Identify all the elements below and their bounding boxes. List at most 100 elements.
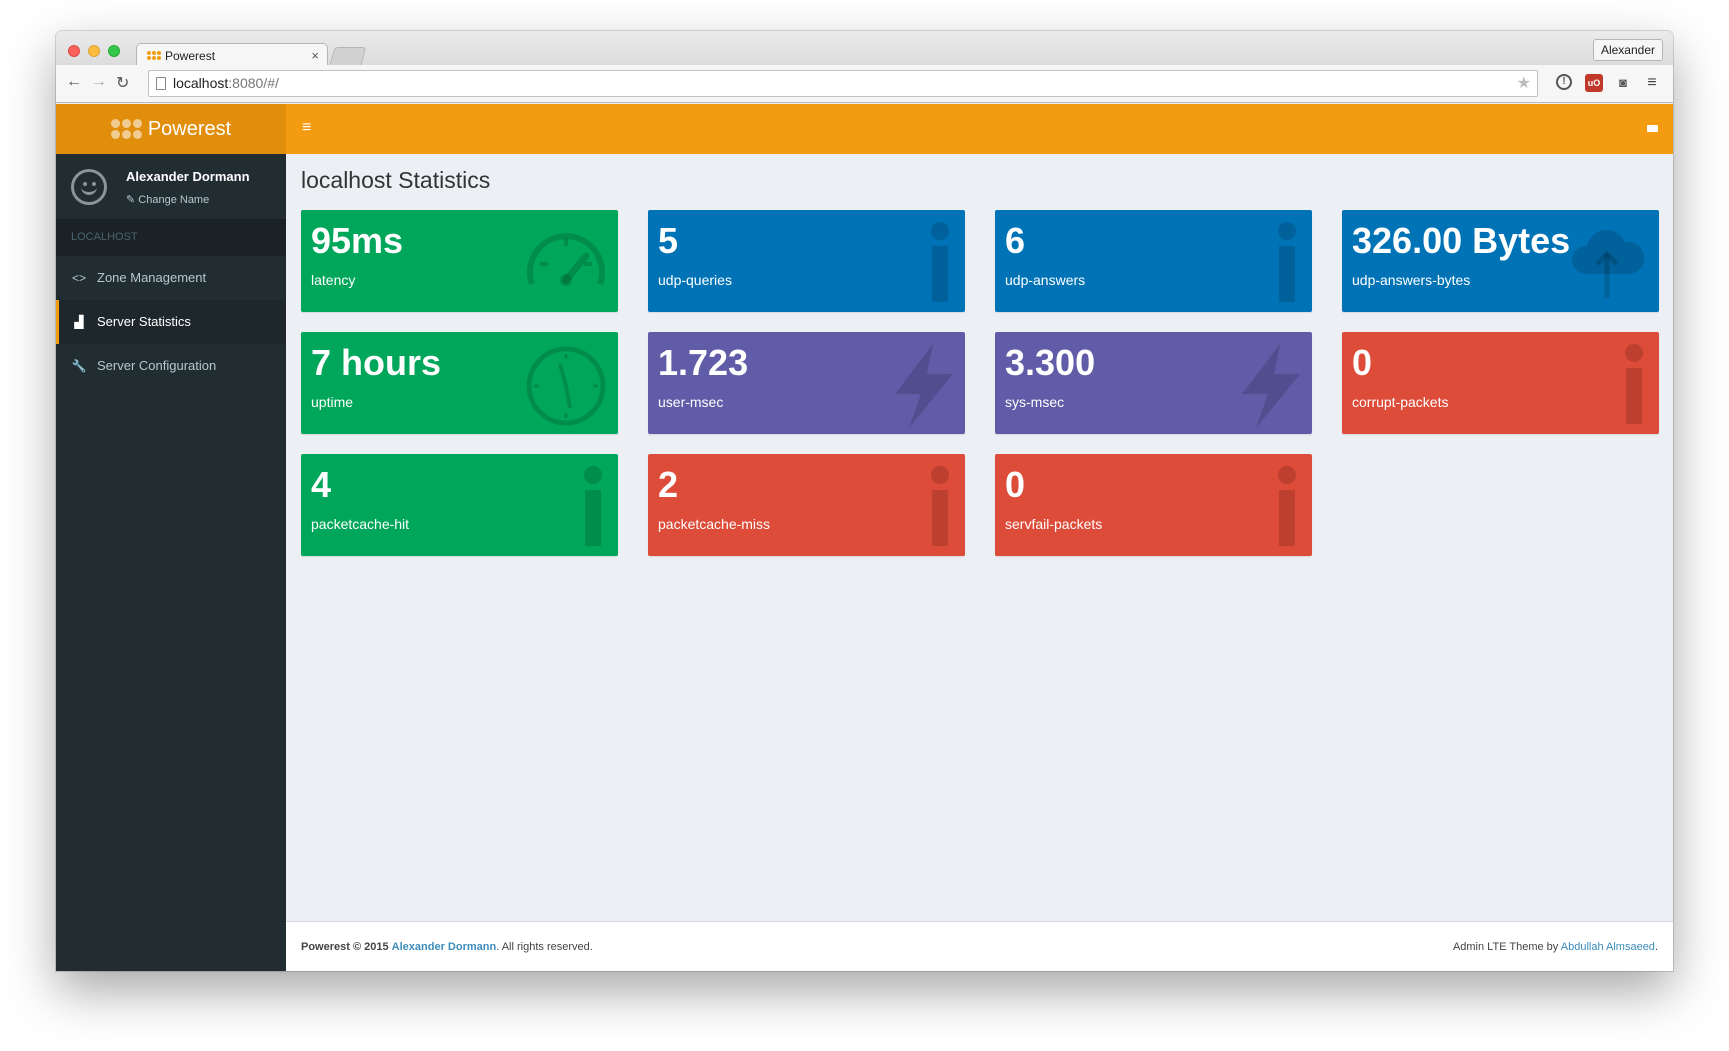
info-icon (1272, 222, 1302, 302)
browser-tab[interactable]: Powerest × (136, 43, 328, 67)
footer-copyright: Powerest © 2015 Alexander Dormann. All r… (301, 922, 593, 971)
info-extension-icon[interactable]: ! (1556, 74, 1572, 90)
cloud-upload-icon (1571, 229, 1645, 298)
dashboard-icon (527, 233, 605, 286)
stat-card-udp-answers-bytes: 326.00 Bytes udp-answers-bytes (1342, 210, 1659, 312)
url-host: localhost (173, 75, 229, 91)
footer-author-link[interactable]: Alexander Dormann (392, 941, 497, 953)
main-content: localhost Statistics 95ms latency 5 udp-… (286, 154, 1673, 921)
title-bar: Powerest × Alexander (56, 31, 1673, 67)
info-icon (1619, 344, 1649, 424)
app-header: Powerest ≡ (56, 104, 1673, 154)
tab-title: Powerest (165, 48, 216, 63)
url-path: :8080/#/ (228, 75, 279, 91)
new-tab-button[interactable] (329, 47, 367, 65)
stat-label: packetcache-miss (658, 516, 771, 532)
user-name: Alexander Dormann (126, 169, 250, 184)
info-icon (925, 466, 955, 546)
browser-window: Powerest × Alexander ← → ↻ localhost:808… (56, 31, 1673, 971)
zoom-window-button[interactable] (108, 45, 120, 57)
powerest-favicon-icon (147, 51, 161, 60)
stat-label: sys-msec (1005, 394, 1065, 410)
stat-value: 5 (658, 220, 679, 261)
stat-value: 7 hours (311, 342, 442, 383)
reload-icon[interactable]: ↻ (116, 73, 129, 93)
chrome-menu-icon[interactable]: ≡ (1643, 74, 1661, 92)
footer-theme-author-link[interactable]: Abdullah Almsaeed (1561, 941, 1655, 953)
back-arrow-icon[interactable]: ← (66, 73, 82, 91)
brand-name: Powerest (147, 117, 232, 140)
forward-arrow-icon[interactable]: → (91, 73, 107, 91)
envelope-icon[interactable] (1647, 125, 1658, 132)
stat-card-sys-msec: 3.300 sys-msec (995, 332, 1312, 434)
clock-icon (526, 346, 606, 426)
stat-value: 4 (311, 464, 332, 505)
stat-card-udp-queries: 5 udp-queries (648, 210, 965, 312)
footer-theme-label: Admin LTE Theme by (1452, 941, 1561, 953)
code-icon: <> (71, 271, 86, 285)
sidebar-item-server-configuration[interactable]: 🔧 Server Configuration (56, 344, 286, 388)
stat-label: uptime (311, 394, 354, 410)
stat-value: 0 (1352, 342, 1373, 383)
brand-logo[interactable]: Powerest (56, 104, 286, 154)
sidebar-item-zone-management[interactable]: <> Zone Management (56, 256, 286, 300)
pencil-icon: ✎ (126, 194, 139, 206)
sidebar-item-label: Server Configuration (97, 358, 217, 373)
sidebar: Alexander Dormann ✎ Change Name LOCALHOS… (56, 154, 286, 971)
minimize-window-button[interactable] (88, 45, 100, 57)
address-bar[interactable]: localhost:8080/#/ ★ (148, 70, 1538, 97)
stat-card-uptime: 7 hours uptime (301, 332, 618, 434)
sidebar-item-server-statistics[interactable]: ▟ Server Statistics (56, 300, 286, 344)
sidebar-toggle-icon[interactable]: ≡ (302, 119, 311, 137)
pocket-extension-icon[interactable]: ◙ (1614, 74, 1632, 92)
powerest-logo-icon (110, 119, 142, 139)
sidebar-item-label: Zone Management (97, 270, 207, 285)
stat-value: 0 (1005, 464, 1026, 505)
info-icon (578, 466, 608, 546)
footer-product: Powerest © 2015 (301, 941, 389, 953)
stat-card-corrupt-packets: 0 corrupt-packets (1342, 332, 1659, 434)
tab-close-icon[interactable]: × (311, 48, 319, 63)
app-root: Powerest ≡ Alexander Dormann ✎ Change Na… (56, 104, 1673, 971)
stat-label: corrupt-packets (1352, 394, 1449, 410)
change-name-label: Change Name (138, 194, 210, 206)
app-footer: Powerest © 2015 Alexander Dormann. All r… (286, 921, 1673, 971)
info-icon (1272, 466, 1302, 546)
profile-button[interactable]: Alexander (1592, 39, 1663, 61)
user-panel: Alexander Dormann ✎ Change Name (56, 154, 286, 219)
stat-value: 3.300 (1005, 342, 1096, 383)
stat-value: 6 (1005, 220, 1026, 261)
stat-value: 2 (658, 464, 679, 505)
stat-card-udp-answers: 6 udp-answers (995, 210, 1312, 312)
stat-label: udp-answers-bytes (1352, 272, 1471, 288)
ublock-extension-icon[interactable]: uO (1585, 74, 1603, 92)
stat-label: latency (311, 272, 356, 288)
stat-value: 1.723 (658, 342, 749, 383)
close-window-button[interactable] (68, 45, 80, 57)
stat-card-packetcache-hit: 4 packetcache-hit (301, 454, 618, 556)
smiley-avatar-icon (71, 169, 107, 205)
footer-rights: . All rights reserved. (496, 941, 593, 953)
footer-theme-suffix: . (1654, 941, 1658, 953)
sidebar-item-label: Server Statistics (97, 314, 191, 329)
change-name-link[interactable]: ✎ Change Name (126, 193, 209, 206)
page-title: localhost Statistics (301, 167, 491, 193)
bolt-icon (895, 344, 953, 428)
stat-card-user-msec: 1.723 user-msec (648, 332, 965, 434)
stat-card-packetcache-miss: 2 packetcache-miss (648, 454, 965, 556)
stat-value: 326.00 Bytes (1352, 220, 1571, 261)
bookmark-star-icon[interactable]: ★ (1517, 71, 1531, 96)
bolt-icon (1242, 344, 1300, 428)
stat-label: servfail-packets (1005, 516, 1103, 532)
stat-label: user-msec (658, 394, 724, 410)
footer-theme-credit: Admin LTE Theme by Abdullah Almsaeed. (1453, 922, 1658, 971)
stat-label: udp-queries (658, 272, 732, 288)
browser-toolbar: ← → ↻ localhost:8080/#/ ★ ! uO ◙ ≡ (56, 65, 1673, 103)
stat-card-servfail-packets: 0 servfail-packets (995, 454, 1312, 556)
stat-card-latency: 95ms latency (301, 210, 618, 312)
stat-value: 95ms (311, 220, 404, 261)
stat-label: packetcache-hit (311, 516, 410, 532)
wrench-icon: 🔧 (71, 359, 87, 373)
sidebar-section-header: LOCALHOST (56, 219, 286, 256)
stat-label: udp-answers (1005, 272, 1086, 288)
